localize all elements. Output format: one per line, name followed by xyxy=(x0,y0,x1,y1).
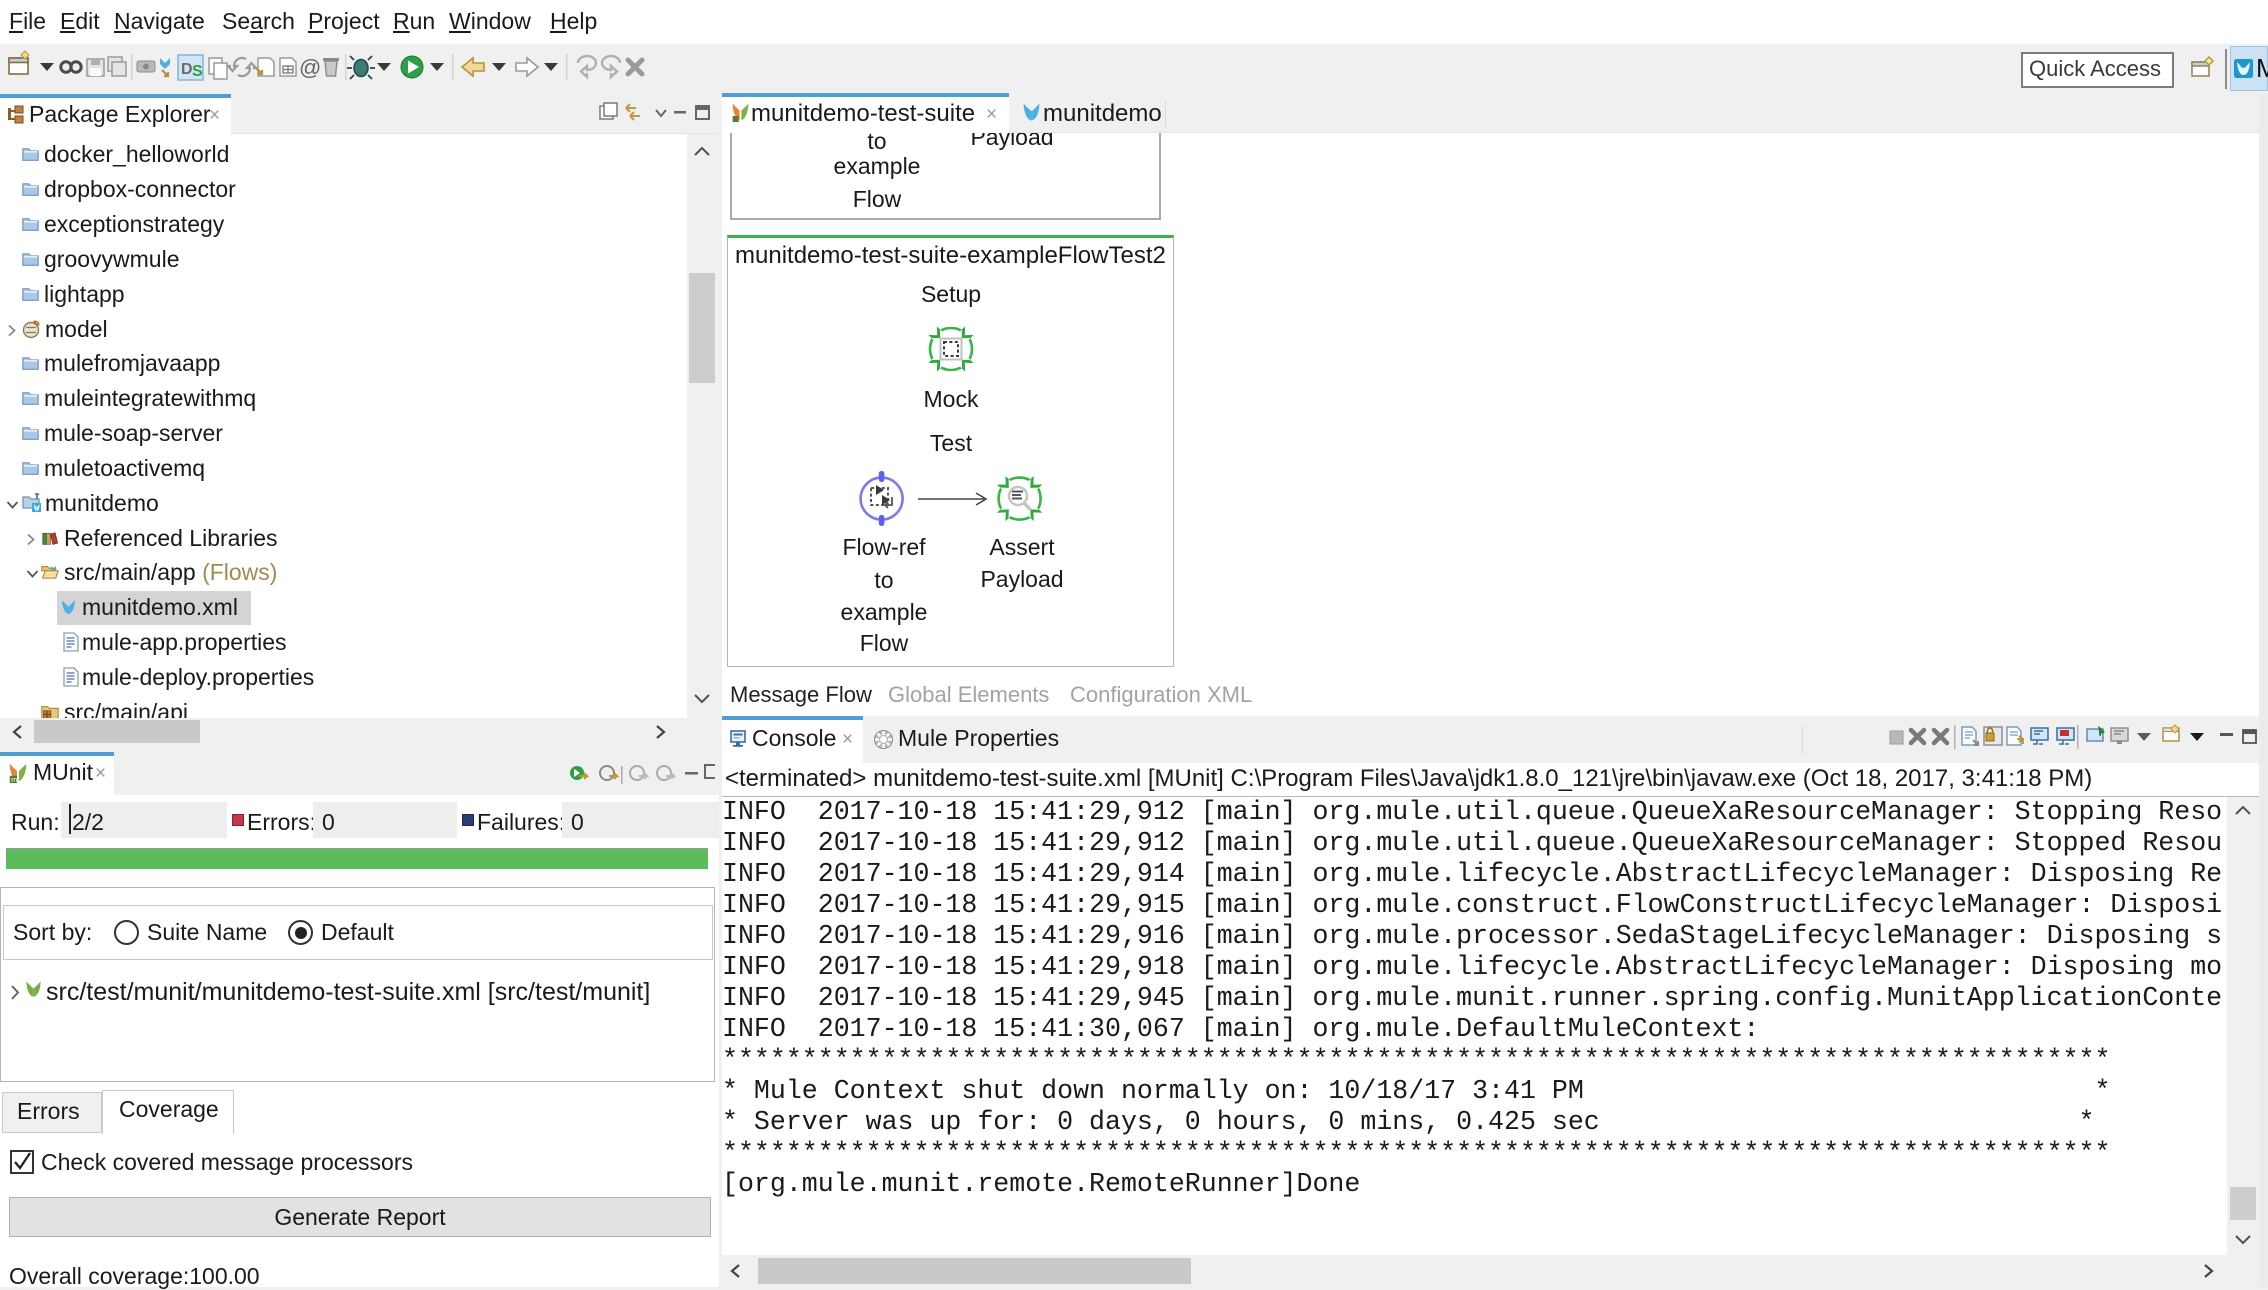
svg-text:S: S xyxy=(192,63,203,80)
svg-text:@: @ xyxy=(299,55,321,80)
svg-text:m: m xyxy=(11,775,17,784)
svg-text:D: D xyxy=(181,61,193,78)
